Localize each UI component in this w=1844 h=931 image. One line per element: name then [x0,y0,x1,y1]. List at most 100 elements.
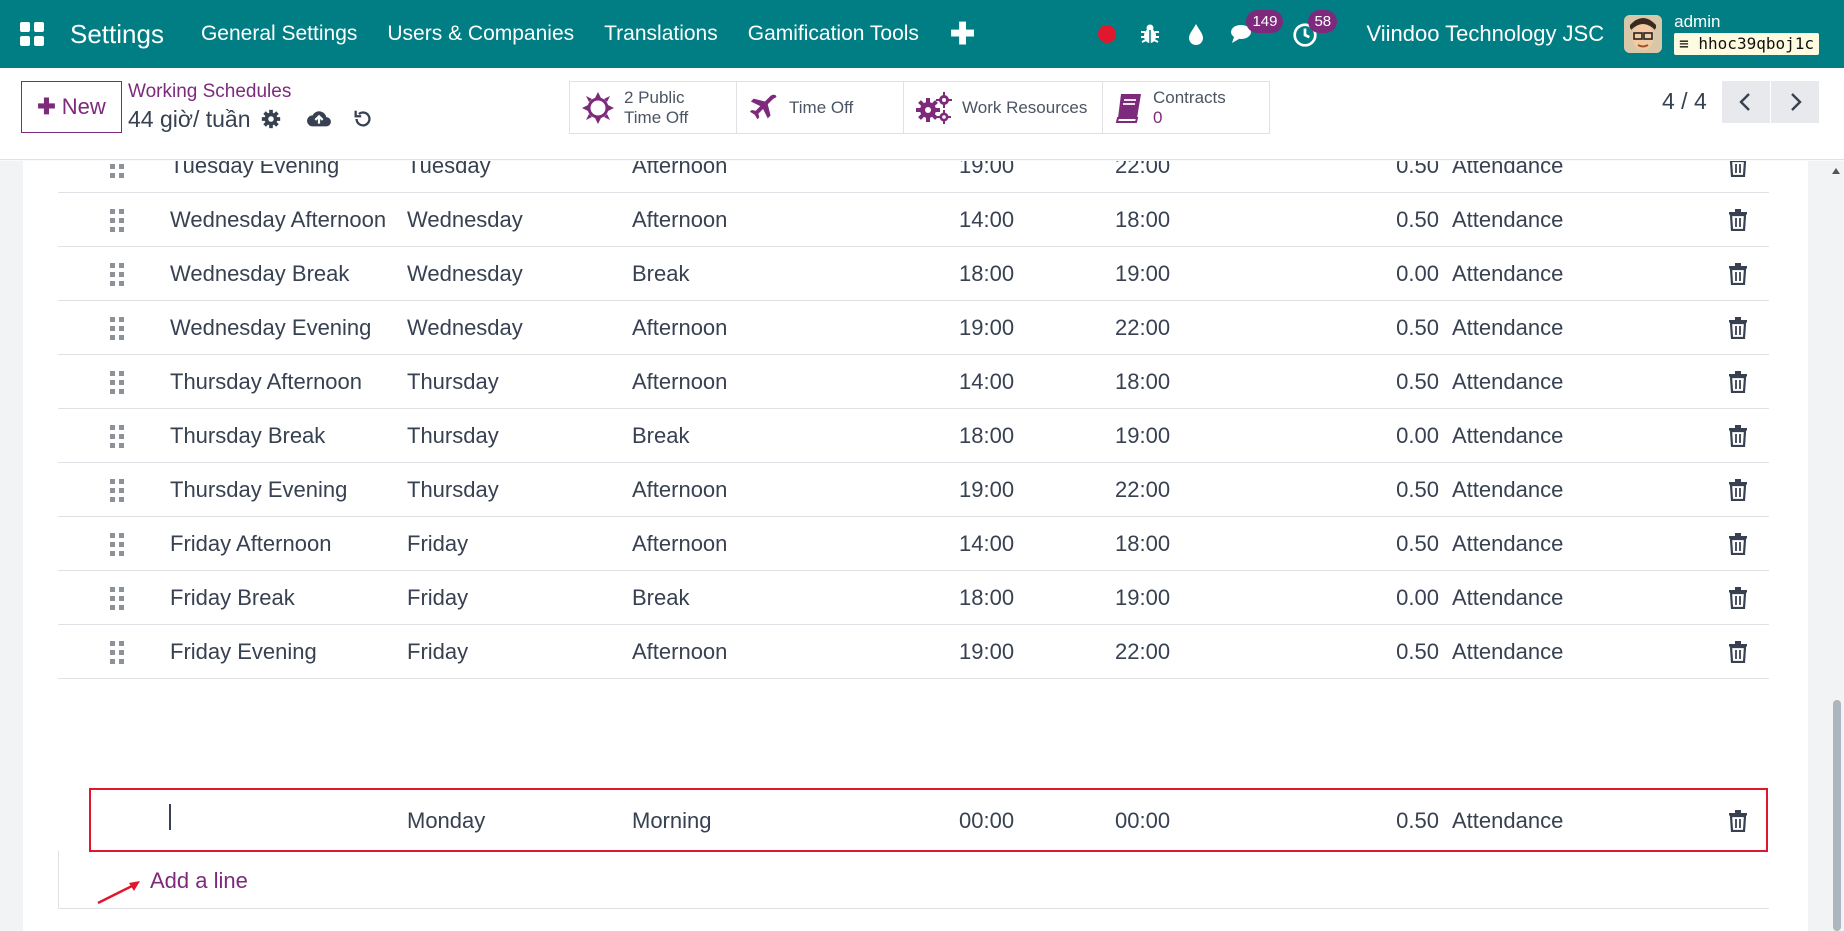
work-from-cell[interactable]: 19:00 [959,625,1014,679]
drag-handle-icon[interactable] [110,517,124,571]
work-from-cell[interactable]: 14:00 [959,355,1014,409]
table-row[interactable]: Wednesday Afternoon Wednesday Afternoon 14:… [58,193,1769,247]
bug-icon[interactable] [1138,22,1162,46]
duration-cell[interactable]: 0.50 [1358,161,1439,193]
work-resources-button[interactable]: Work Resources [903,81,1103,134]
avatar[interactable] [1624,15,1663,53]
table-row[interactable]: Tuesday Evening Tuesday Afternoon 19:00 22:0… [58,161,1769,193]
work-entry-type-cell[interactable]: Attendance [1452,193,1563,247]
save-cloud-icon[interactable] [306,108,332,134]
day-period-cell[interactable]: Afternoon [632,193,727,247]
name-cell[interactable]: Tuesday Evening [170,161,339,193]
work-entry-type-cell[interactable]: Attendance [1452,355,1563,409]
day-of-week-cell[interactable]: Friday [407,571,468,625]
time-off-button[interactable]: Time Off [736,81,904,134]
work-to-cell[interactable]: 18:00 [1115,355,1170,409]
work-entry-type-cell[interactable]: Attendance [1452,161,1563,193]
day-period-cell[interactable]: Afternoon [632,301,727,355]
apps-menu-icon[interactable] [20,22,44,46]
name-cell[interactable]: Friday Afternoon [170,517,331,571]
day-period-cell[interactable]: Afternoon [632,161,727,193]
delete-row-button[interactable] [1725,789,1751,852]
duration-cell[interactable]: 0.00 [1358,571,1439,625]
scrollbar-thumb[interactable] [1833,700,1841,931]
day-of-week-cell[interactable]: Wednesday [407,247,523,301]
work-entry-type-cell[interactable]: Attendance [1452,409,1563,463]
duration-cell[interactable]: 0.50 [1358,517,1439,571]
delete-row-button[interactable] [1725,247,1751,301]
duration-cell[interactable]: 0.50 [1358,625,1439,679]
pager-next-button[interactable] [1771,81,1819,123]
delete-row-button[interactable] [1725,301,1751,355]
day-period-cell[interactable]: Afternoon [632,463,727,517]
name-cell[interactable]: Thursday Evening [170,463,347,517]
work-entry-type-cell[interactable]: Attendance [1452,571,1563,625]
delete-row-button[interactable] [1725,161,1751,193]
work-entry-type-cell[interactable]: Attendance [1452,301,1563,355]
menu-users-companies[interactable]: Users & Companies [387,22,574,46]
delete-row-button[interactable] [1725,193,1751,247]
drag-handle-icon[interactable] [110,571,124,625]
contracts-button[interactable]: Contracts 0 [1102,81,1270,134]
name-cell[interactable]: Friday Evening [170,625,317,679]
drag-handle-icon[interactable] [110,355,124,409]
day-period-cell[interactable]: Afternoon [632,355,727,409]
table-row[interactable]: Wednesday Evening Wednesday Afternoon 19:00… [58,301,1769,355]
work-to-cell[interactable]: 22:00 [1115,463,1170,517]
day-of-week-cell[interactable]: Wednesday [407,193,523,247]
day-of-week-cell[interactable]: Thursday [407,355,499,409]
duration-cell[interactable]: 0.50 [1358,193,1439,247]
drop-icon[interactable] [1184,22,1208,46]
plus-icon[interactable]: ✚ [950,17,975,52]
day-period-cell[interactable]: Break [632,247,689,301]
day-of-week-cell[interactable]: Thursday [407,409,499,463]
work-from-cell[interactable]: 18:00 [959,571,1014,625]
work-from-cell[interactable]: 14:00 [959,517,1014,571]
clock-icon[interactable]: 58 [1292,10,1338,47]
record-icon[interactable] [1098,25,1117,43]
messages-icon[interactable]: 149 [1230,10,1284,46]
new-button[interactable]: ✚ New [21,81,122,133]
work-to-cell[interactable]: 22:00 [1115,161,1170,193]
drag-handle-icon[interactable] [110,193,124,247]
table-row[interactable]: Friday Evening Friday Afternoon 19:00 22:00 0… [58,625,1769,679]
work-from-cell[interactable]: 14:00 [959,193,1014,247]
work-to-cell[interactable]: 19:00 [1115,571,1170,625]
work-to-cell[interactable]: 18:00 [1115,517,1170,571]
work-from-cell[interactable]: 19:00 [959,301,1014,355]
menu-general-settings[interactable]: General Settings [201,22,357,46]
public-time-off-button[interactable]: 2 Public Time Off [569,81,737,134]
scroll-up-arrow[interactable] [1832,168,1840,174]
work-entry-type-cell[interactable]: Attendance [1452,625,1563,679]
discard-icon[interactable] [350,108,376,134]
work-entry-type-cell[interactable]: Attendance [1452,517,1563,571]
day-period-cell[interactable]: Afternoon [632,625,727,679]
day-of-week-cell[interactable]: Friday [407,517,468,571]
name-cell[interactable]: Wednesday Afternoon [170,193,386,247]
table-row[interactable]: Friday Afternoon Friday Afternoon 14:00 18:0… [58,517,1769,571]
app-title[interactable]: Settings [70,19,164,50]
delete-row-button[interactable] [1725,517,1751,571]
work-entry-type-cell[interactable]: Attendance [1452,463,1563,517]
name-cell[interactable]: Thursday Break [170,409,325,463]
delete-row-button[interactable] [1725,355,1751,409]
delete-row-button[interactable] [1725,625,1751,679]
day-period-cell[interactable]: Break [632,409,689,463]
table-row[interactable]: Friday Break Friday Break 18:00 19:00 0.00 Att… [58,571,1769,625]
work-to-cell[interactable]: 22:00 [1115,301,1170,355]
day-period-field[interactable]: Morning [632,789,711,852]
work-entry-type-field[interactable]: Attendance [1452,789,1563,852]
work-from-field[interactable]: 00:00 [959,789,1014,852]
drag-handle-icon[interactable] [110,409,124,463]
duration-cell[interactable]: 0.50 [1358,355,1439,409]
gear-icon[interactable] [258,108,284,134]
day-of-week-field[interactable]: Monday [407,789,485,852]
name-cell[interactable]: Thursday Afternoon [170,355,362,409]
company-switcher[interactable]: Viindoo Technology JSC [1366,21,1604,47]
new-line-row[interactable]: Monday Morning 00:00 00:00 0.50 Attendan… [58,789,1769,852]
drag-handle-icon[interactable] [110,463,124,517]
work-to-cell[interactable]: 18:00 [1115,193,1170,247]
day-of-week-cell[interactable]: Friday [407,625,468,679]
menu-gamification-tools[interactable]: Gamification Tools [748,22,919,46]
day-period-cell[interactable]: Afternoon [632,517,727,571]
